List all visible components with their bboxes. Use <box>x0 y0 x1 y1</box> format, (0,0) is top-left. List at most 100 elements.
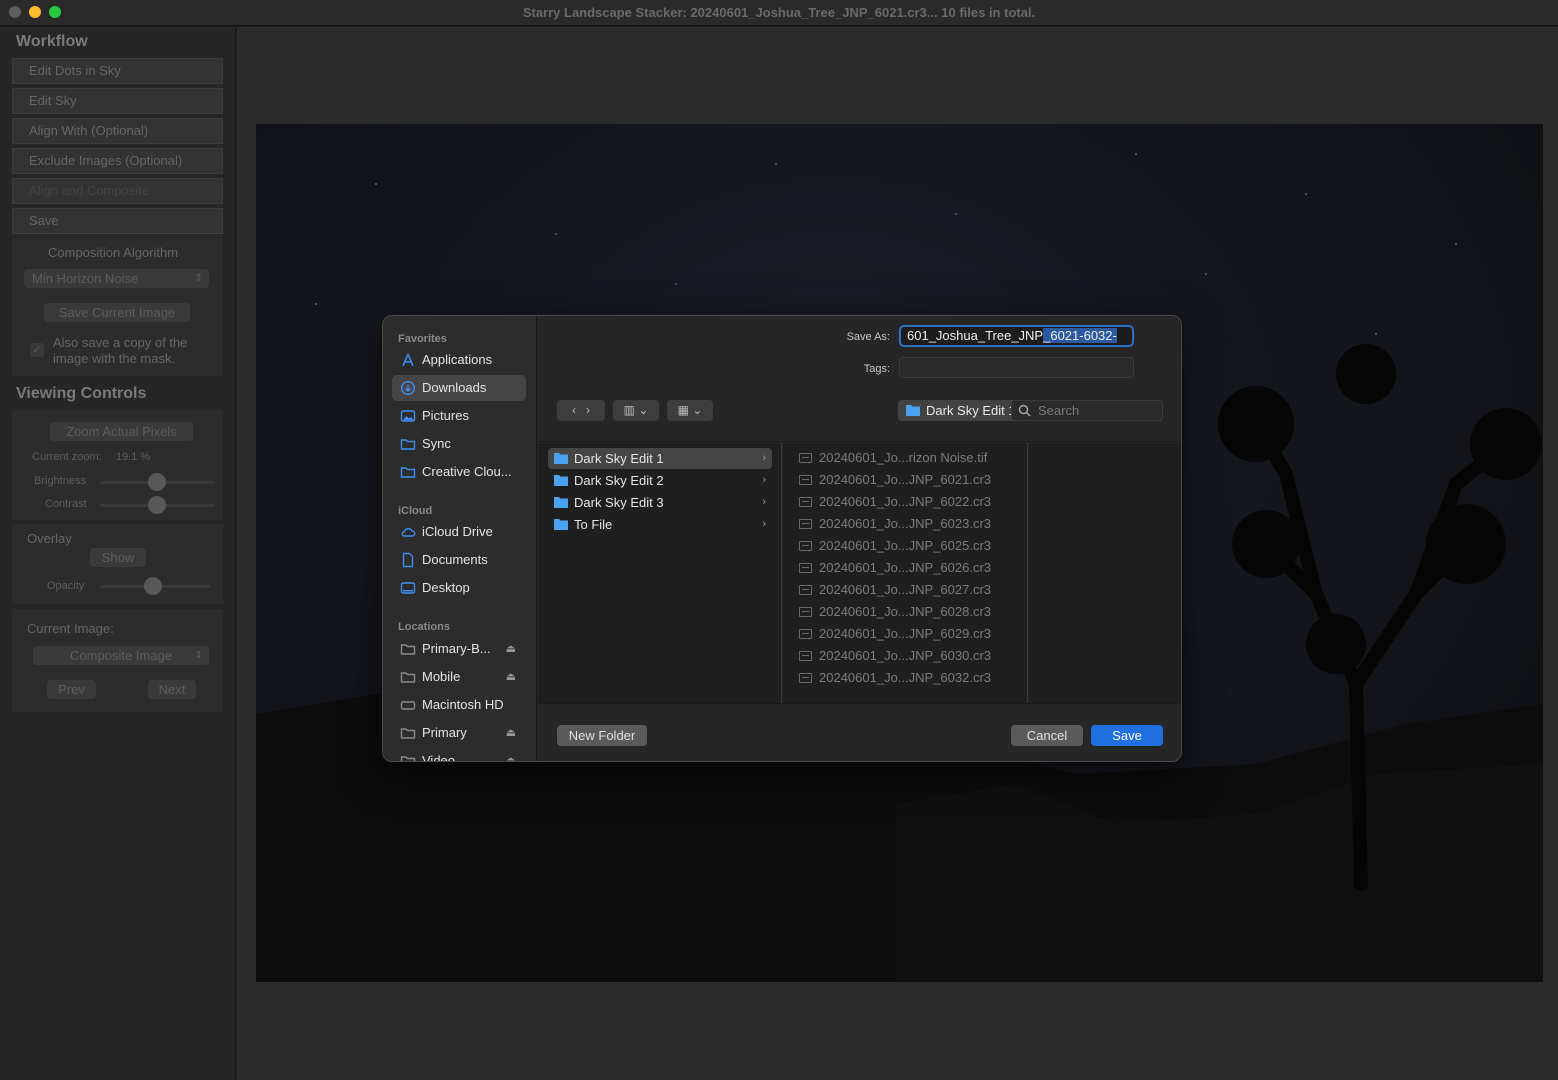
save-current-image-button[interactable]: Save Current Image <box>44 303 190 322</box>
sidebar-item-label: Downloads <box>422 380 487 395</box>
list-item-file[interactable]: 20240601_Jo...rizon Noise.tif <box>799 447 1019 469</box>
file-name: 20240601_Jo...JNP_6029.cr3 <box>819 626 992 641</box>
sidebar: Workflow Edit Dots in Sky Edit Sky Align… <box>0 27 236 1080</box>
sidebar-item-label: Desktop <box>422 580 470 595</box>
eject-icon[interactable]: ⏏ <box>506 636 516 662</box>
file-name: 20240601_Jo...JNP_6026.cr3 <box>819 560 992 575</box>
list-item-file[interactable]: 20240601_Jo...JNP_6029.cr3 <box>799 623 1019 645</box>
edit-dots-button[interactable]: Edit Dots in Sky <box>12 58 223 84</box>
empty-column <box>1029 443 1181 703</box>
hard-disk-icon <box>400 701 416 710</box>
folder-name: Dark Sky Edit 3 <box>574 495 664 510</box>
image-file-icon <box>799 497 812 507</box>
opacity-knob[interactable] <box>144 577 162 595</box>
sidebar-item-primary[interactable]: Primary ⏏ <box>392 720 526 746</box>
image-file-icon <box>799 563 812 573</box>
sidebar-item-label: Video <box>422 753 456 762</box>
eject-icon[interactable]: ⏏ <box>506 720 516 746</box>
save-as-label: Save As: <box>846 331 890 343</box>
list-item-file[interactable]: 20240601_Jo...JNP_6027.cr3 <box>799 579 1019 601</box>
search-placeholder: Search <box>1038 403 1080 418</box>
viewing-heading: Viewing Controls <box>16 385 147 402</box>
image-file-icon <box>799 475 812 485</box>
chevron-right-icon: › <box>762 518 766 530</box>
composition-value: Min Horizon Noise <box>32 271 139 286</box>
align-with-button[interactable]: Align With (Optional) <box>12 118 223 144</box>
align-composite-button[interactable]: Align and Composite <box>12 178 223 204</box>
window-title: Starry Landscape Stacker: 20240601_Joshu… <box>522 5 1036 20</box>
list-item-file[interactable]: 20240601_Jo...JNP_6022.cr3 <box>799 491 1019 513</box>
locations-section-label: Locations <box>398 621 450 633</box>
back-icon[interactable]: ‹ <box>572 403 576 417</box>
file-name: 20240601_Jo...JNP_6023.cr3 <box>819 516 992 531</box>
image-file-icon <box>799 629 812 639</box>
sidebar-item-label: iCloud Drive <box>422 524 493 539</box>
save-workflow-button[interactable]: Save <box>12 208 223 234</box>
sidebar-item-video[interactable]: Video ⏏ <box>392 748 526 762</box>
overlay-panel: Overlay Show Opacity <box>12 524 223 604</box>
sidebar-item-label: Sync <box>422 436 451 451</box>
next-button[interactable]: Next <box>148 680 196 699</box>
search-icon <box>1018 404 1031 417</box>
list-item-file[interactable]: 20240601_Jo...JNP_6023.cr3 <box>799 513 1019 535</box>
eject-icon[interactable]: ⏏ <box>506 748 516 761</box>
search-field[interactable]: Search <box>1011 400 1163 421</box>
list-item-file[interactable]: 20240601_Jo...JNP_6026.cr3 <box>799 557 1019 579</box>
prev-button[interactable]: Prev <box>47 680 96 699</box>
chevron-down-icon: ⌄ <box>692 403 703 417</box>
tags-input[interactable] <box>899 357 1134 378</box>
sidebar-item-macintosh-hd[interactable]: Macintosh HD <box>392 692 526 718</box>
list-item-file[interactable]: 20240601_Jo...JNP_6032.cr3 <box>799 667 1019 689</box>
current-image-value: Composite Image <box>70 648 172 663</box>
chevron-down-icon: ⌄ <box>638 403 649 417</box>
sidebar-item-icloud-drive[interactable]: iCloud Drive <box>392 519 526 545</box>
grid-icon: ▦ <box>677 403 689 417</box>
eject-icon[interactable]: ⏏ <box>506 664 516 690</box>
chevron-right-icon: › <box>762 496 766 508</box>
sidebar-item-creative-cloud[interactable]: Creative Clou... <box>392 459 526 485</box>
save-button[interactable]: Save <box>1091 725 1163 746</box>
sidebar-item-sync[interactable]: Sync <box>392 431 526 457</box>
cancel-button[interactable]: Cancel <box>1011 725 1083 746</box>
image-file-icon <box>799 453 812 463</box>
exclude-images-button[interactable]: Exclude Images (Optional) <box>12 148 223 174</box>
new-folder-button[interactable]: New Folder <box>557 725 647 746</box>
dialog-sidebar: Favorites Applications Downloads Picture… <box>383 316 537 762</box>
dialog-header: Save As: 601_Joshua_Tree_JNP_6021-6032- … <box>538 316 1181 442</box>
list-item-file[interactable]: 20240601_Jo...JNP_6021.cr3 <box>799 469 1019 491</box>
contrast-knob[interactable] <box>148 496 166 514</box>
show-overlay-button[interactable]: Show <box>90 548 146 567</box>
sidebar-item-desktop[interactable]: Desktop <box>392 575 526 601</box>
list-item-folder[interactable]: To File › <box>548 514 772 535</box>
contrast-label: Contrast <box>45 498 87 510</box>
applications-icon <box>402 353 414 367</box>
list-item-folder[interactable]: Dark Sky Edit 3 › <box>548 492 772 513</box>
list-item-file[interactable]: 20240601_Jo...JNP_6028.cr3 <box>799 601 1019 623</box>
dialog-footer: New Folder Cancel Save <box>538 703 1181 761</box>
sidebar-item-applications[interactable]: Applications <box>392 347 526 373</box>
sidebar-item-documents[interactable]: Documents <box>392 547 526 573</box>
current-image-select[interactable]: Composite Image ⇕ <box>33 646 209 665</box>
composition-select[interactable]: Min Horizon Noise ⇕ <box>24 269 209 288</box>
list-item-folder[interactable]: Dark Sky Edit 2 › <box>548 470 772 491</box>
sidebar-item-primary-b[interactable]: Primary-B... ⏏ <box>392 636 526 662</box>
drive-icon <box>400 672 416 683</box>
sidebar-item-label: Creative Clou... <box>422 464 512 479</box>
sidebar-item-pictures[interactable]: Pictures <box>392 403 526 429</box>
sidebar-item-mobile[interactable]: Mobile ⏏ <box>392 664 526 690</box>
current-image-label: Current Image: <box>27 621 114 636</box>
sidebar-item-downloads[interactable]: Downloads <box>392 375 526 401</box>
brightness-knob[interactable] <box>148 473 166 491</box>
list-item-file[interactable]: 20240601_Jo...JNP_6030.cr3 <box>799 645 1019 667</box>
list-item-file[interactable]: 20240601_Jo...JNP_6025.cr3 <box>799 535 1019 557</box>
back-forward-buttons[interactable]: ‹ › <box>557 400 605 421</box>
also-save-checkbox[interactable]: ✓ <box>30 343 44 357</box>
forward-icon[interactable]: › <box>586 403 590 417</box>
view-mode-button[interactable]: ▥ ⌄ <box>613 400 659 421</box>
image-file-icon <box>799 519 812 529</box>
group-button[interactable]: ▦ ⌄ <box>667 400 713 421</box>
edit-sky-button[interactable]: Edit Sky <box>12 88 223 114</box>
list-item-folder[interactable]: Dark Sky Edit 1 › <box>548 448 772 469</box>
save-as-input[interactable]: 601_Joshua_Tree_JNP_6021-6032- <box>899 325 1134 347</box>
zoom-actual-pixels-button[interactable]: Zoom Actual Pixels <box>50 422 193 441</box>
